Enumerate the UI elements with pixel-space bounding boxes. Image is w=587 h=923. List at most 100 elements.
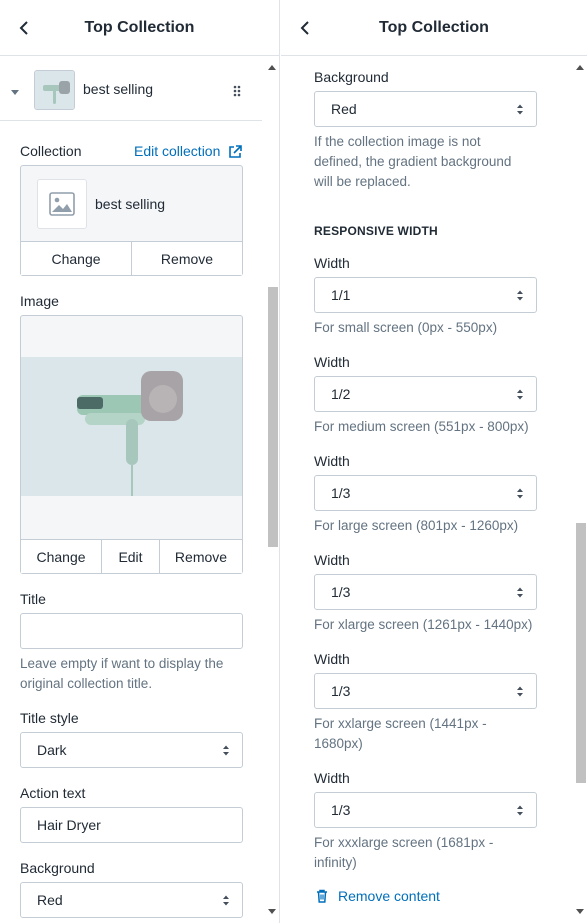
image-button-row: Change Edit Remove [21,539,242,573]
right-header: Top Collection [281,0,587,56]
right-panel: Top Collection Background Red If the col… [281,0,587,923]
left-header: Top Collection [0,0,279,56]
width-value: 1/1 [331,287,351,303]
title-style-select[interactable]: Dark [20,732,243,768]
width-xxxlarge-select[interactable]: 1/3 [314,792,537,828]
select-arrows-icon [516,804,524,820]
title-input[interactable] [20,613,243,649]
background-label: Background [20,860,95,876]
width-label: Width [314,255,350,271]
title-help-line: Leave empty if want to display the [20,656,224,671]
background-help-line: defined, the gradient background [314,154,512,169]
change-collection-button[interactable]: Change [21,242,132,275]
collection-label: Collection [20,143,82,159]
width-help: For xxlarge screen (1441px - 1680px) [314,714,487,754]
left-scroll-thumb[interactable] [268,287,278,547]
scroll-up-icon[interactable] [265,60,279,74]
width-large-select[interactable]: 1/3 [314,475,537,511]
width-help: For xlarge screen (1261px - 1440px) [314,615,532,635]
width-help-line: For large screen (801px - 1260px) [314,518,519,533]
width-help-line: For small screen (0px - 550px) [314,320,498,335]
background-help: If the collection image is not defined, … [314,132,511,192]
remove-content-button[interactable]: Remove content [316,888,440,904]
page-title: Top Collection [379,18,489,36]
select-arrows-icon [516,586,524,602]
title-label: Title [20,591,46,607]
background-value: Red [331,101,357,117]
width-value: 1/3 [331,683,351,699]
background-select[interactable]: Red [314,91,537,127]
block-row[interactable]: best selling [0,57,262,121]
remove-image-button[interactable]: Remove [160,540,242,573]
title-style-value: Dark [37,742,67,758]
width-value: 1/2 [331,386,351,402]
select-arrows-icon [516,103,524,119]
select-arrows-icon [222,744,230,760]
width-help: For small screen (0px - 550px) [314,318,497,338]
remove-content-label: Remove content [338,888,440,904]
scroll-down-icon[interactable] [573,905,587,919]
back-button[interactable] [293,16,317,40]
right-scroll-thumb[interactable] [576,523,586,783]
width-value: 1/3 [331,802,351,818]
width-value: 1/3 [331,584,351,600]
background-label: Background [314,69,389,85]
change-image-button[interactable]: Change [21,540,102,573]
background-help-line: If the collection image is not [314,134,481,149]
title-style-label: Title style [20,710,79,726]
trash-icon [316,889,328,903]
action-text-label: Action text [20,785,86,801]
width-help-line: For xxxlarge screen (1681px - [314,835,494,850]
width-label: Width [314,651,350,667]
action-text-input[interactable]: Hair Dryer [20,807,243,843]
right-scrollbar[interactable] [573,57,587,923]
width-help-line: 1680px) [314,736,363,751]
width-xxlarge-select[interactable]: 1/3 [314,673,537,709]
width-help-line: For xxlarge screen (1441px - [314,716,487,731]
external-link-icon[interactable] [228,145,242,162]
select-arrows-icon [516,487,524,503]
width-label: Width [314,354,350,370]
image-placeholder-icon [37,179,87,229]
scroll-down-icon[interactable] [265,905,279,919]
responsive-width-heading: RESPONSIVE WIDTH [314,224,438,238]
width-value: 1/3 [331,485,351,501]
title-help-line: original collection title. [20,676,153,691]
select-arrows-icon [516,388,524,404]
edit-image-button[interactable]: Edit [102,540,160,573]
scroll-up-icon[interactable] [573,60,587,74]
product-image [21,357,242,496]
width-medium-select[interactable]: 1/2 [314,376,537,412]
width-label: Width [314,552,350,568]
page-title: Top Collection [84,18,195,36]
block-name: best selling [83,81,154,97]
drag-handle-icon[interactable] [233,84,241,100]
caret-down-icon[interactable] [10,84,20,100]
collection-button-row: Change Remove [21,241,242,275]
block-thumbnail [34,70,75,110]
width-small-select[interactable]: 1/1 [314,277,537,313]
background-value: Red [37,892,63,908]
back-button[interactable] [12,16,36,40]
image-card: Change Edit Remove [20,315,243,574]
remove-collection-button[interactable]: Remove [132,242,242,275]
width-label: Width [314,770,350,786]
width-help: For large screen (801px - 1260px) [314,516,518,536]
width-help-line: For xlarge screen (1261px - 1440px) [314,617,533,632]
width-xlarge-select[interactable]: 1/3 [314,574,537,610]
background-select[interactable]: Red [20,882,243,918]
chevron-left-icon [300,21,309,35]
chevron-left-icon [19,21,28,35]
edit-collection-link[interactable]: Edit collection [134,143,220,159]
width-help: For xxxlarge screen (1681px - infinity) [314,833,493,873]
width-label: Width [314,453,350,469]
image-label: Image [20,293,59,309]
select-arrows-icon [516,685,524,701]
width-help-line: For medium screen (551px - 800px) [314,419,529,434]
width-help-line: infinity) [314,855,357,870]
title-help: Leave empty if want to display the origi… [20,654,223,694]
left-scrollbar[interactable] [265,57,279,923]
select-arrows-icon [222,894,230,910]
collection-card-name: best selling [95,196,166,212]
width-help: For medium screen (551px - 800px) [314,417,529,437]
